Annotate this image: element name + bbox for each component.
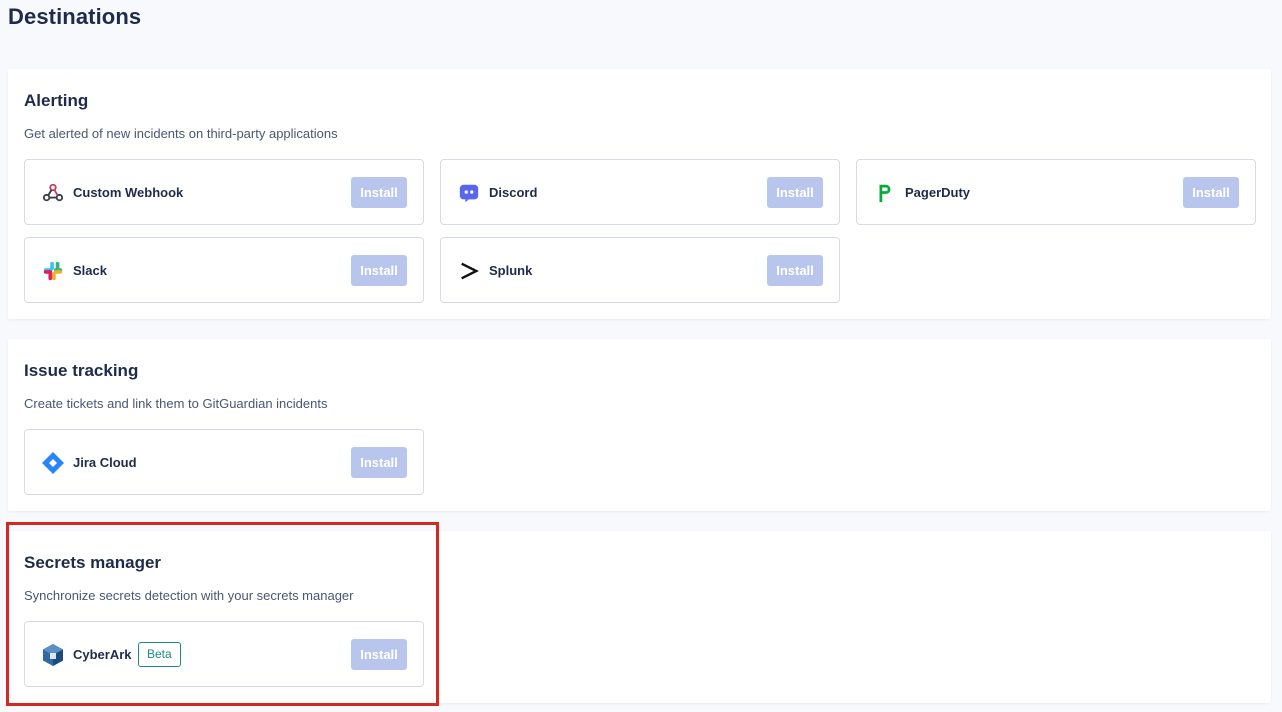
section-title: Secrets manager <box>24 553 162 572</box>
card-slack: Slack Install <box>24 237 424 303</box>
install-button[interactable]: Install <box>351 255 407 286</box>
card-name: PagerDuty <box>905 185 971 200</box>
card-name: Slack <box>73 263 107 278</box>
card-name: CyberArk <box>73 647 132 662</box>
section-alerting: Alerting Get alerted of new incidents on… <box>8 69 1271 319</box>
section-description: Synchronize secrets detection with your … <box>24 588 354 603</box>
card-cyberark: CyberArk Beta Install <box>24 621 424 687</box>
card-name: Custom Webhook <box>73 185 184 200</box>
section-description: Create tickets and link them to GitGuard… <box>24 396 328 411</box>
card-name: Splunk <box>489 263 533 278</box>
install-button[interactable]: Install <box>767 177 823 208</box>
install-button[interactable]: Install <box>767 255 823 286</box>
install-button[interactable]: Install <box>1183 177 1239 208</box>
splunk-icon <box>457 259 481 283</box>
install-button[interactable]: Install <box>351 447 407 478</box>
section-secrets-manager: Secrets manager Synchronize secrets dete… <box>8 531 1271 703</box>
section-issue-tracking: Issue tracking Create tickets and link t… <box>8 339 1271 511</box>
pagerduty-icon <box>873 181 897 205</box>
cyberark-icon <box>41 643 65 667</box>
jira-icon <box>41 451 65 475</box>
card-discord: Discord Install <box>440 159 840 225</box>
install-button[interactable]: Install <box>351 177 407 208</box>
webhook-icon <box>41 181 65 205</box>
card-custom-webhook: Custom Webhook Install <box>24 159 424 225</box>
install-button[interactable]: Install <box>351 639 407 670</box>
section-title: Issue tracking <box>24 361 139 380</box>
page-title: Destinations <box>8 4 142 29</box>
section-description: Get alerted of new incidents on third-pa… <box>24 126 338 141</box>
discord-icon <box>457 181 481 205</box>
card-splunk: Splunk Install <box>440 237 840 303</box>
card-name: Jira Cloud <box>73 455 137 470</box>
card-jira-cloud: Jira Cloud Install <box>24 429 424 495</box>
card-pagerduty: PagerDuty Install <box>856 159 1256 225</box>
beta-badge: Beta <box>138 642 181 667</box>
section-title: Alerting <box>24 91 89 110</box>
card-name: Discord <box>489 185 538 200</box>
slack-icon <box>41 259 65 283</box>
